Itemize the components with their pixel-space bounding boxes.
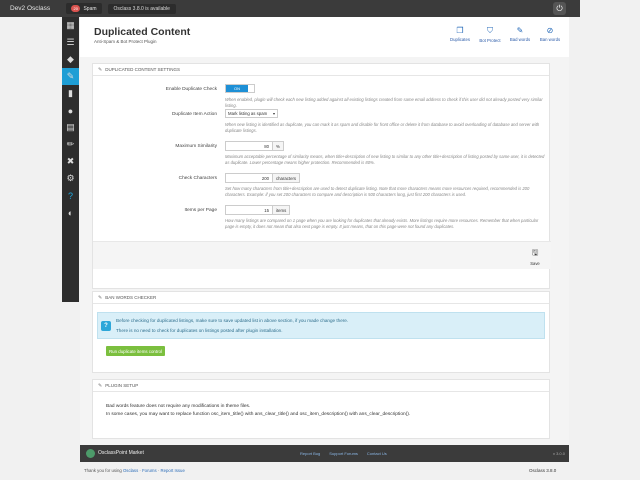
osclasspoint-logo-icon [86, 449, 95, 458]
tab-bad-words[interactable]: ✎ Bad words [509, 26, 531, 43]
setup-line-1: Bad words feature does not require any m… [106, 404, 251, 409]
spam-count-badge: 20 [71, 5, 81, 12]
footer-bar: OsclassPoint Market Report Bug Support F… [80, 445, 569, 462]
info-icon: ? [101, 321, 111, 331]
top-bar: Dev2 Osclass 20 Spam Osclass 3.8.0 is av… [0, 0, 580, 17]
users-icon[interactable]: ● [62, 102, 79, 119]
characters-input[interactable]: 200 [225, 173, 273, 183]
tab-label: Ban words [539, 37, 561, 42]
support-forums-link[interactable]: Support Forums [329, 451, 358, 456]
page-title: Duplicated Content [94, 26, 191, 38]
run-duplicate-control-button[interactable]: Run duplicate items control [106, 346, 165, 356]
help-icon[interactable]: ? [62, 187, 79, 204]
report-bug-link[interactable]: Report Bug [300, 451, 320, 456]
dashboard-icon[interactable]: ▦ [62, 17, 79, 34]
similarity-help: Maximum acceptable percentage of similar… [225, 154, 545, 165]
site-brand[interactable]: Dev2 Osclass [0, 5, 62, 12]
tab-label: Duplicates [449, 37, 471, 42]
page-header: Duplicated Content Anti-Spam & Bot Prote… [80, 17, 569, 57]
main-content: Duplicated Content Anti-Spam & Bot Prote… [80, 17, 569, 445]
characters-help: Set how many characters from title+descr… [225, 186, 530, 197]
characters-unit: characters [273, 173, 301, 183]
save-bar: 🖫 Save [93, 241, 551, 269]
save-icon: 🖫 [531, 248, 539, 257]
tab-duplicates[interactable]: ❐ Duplicates [449, 26, 471, 43]
per-page-unit: items [273, 205, 291, 215]
update-notice[interactable]: Osclass 3.8.0 is available [107, 3, 176, 14]
stats-icon[interactable]: ▮ [62, 85, 79, 102]
tab-bot-protect[interactable]: ⛉ Bot Protect [479, 26, 501, 43]
ban-checker-heading: ✎ Ban words checker [93, 292, 549, 304]
header-tabs: ❐ Duplicates ⛉ Bot Protect ✎ Bad words ⊘… [449, 26, 561, 43]
setup-line-2: In some cases, you may want to replace f… [106, 412, 411, 417]
market-link[interactable]: OsclassPoint Market [98, 450, 144, 456]
info-box: ? Before checking for duplicated listing… [97, 312, 545, 339]
toggle-off [248, 85, 254, 92]
shield-icon: ⛉ [487, 26, 493, 35]
save-button[interactable]: 🖫 Save [529, 247, 541, 266]
action-select[interactable]: Mark listing as spam ▾ [225, 109, 278, 118]
plugin-setup-heading: ✎ Plugin setup [93, 380, 549, 392]
plugins-icon[interactable]: ✎ [62, 68, 79, 85]
similarity-input[interactable]: 80 [225, 141, 273, 151]
footer-links: Report Bug Support Forums Contact Us [300, 451, 387, 456]
action-help: When new listing is identified as duplic… [225, 122, 540, 133]
info-line-2: There is no need to check for duplicates… [116, 328, 283, 333]
enable-toggle[interactable]: ON [225, 84, 255, 93]
tools-icon[interactable]: ✖ [62, 153, 79, 170]
chevron-down-icon: ▾ [272, 111, 275, 116]
wrench-icon: ✎ [98, 382, 103, 389]
forums-link[interactable]: Forums [142, 468, 157, 473]
page-subtitle: Anti-Spam & Bot Protect Plugin [94, 39, 157, 44]
ban-checker-panel: ✎ Ban words checker ? Before checking fo… [92, 291, 550, 373]
info-line-1: Before checking for duplicated listings,… [116, 318, 349, 323]
wrench-icon: ✎ [98, 294, 103, 301]
list-icon[interactable]: ☰ [62, 34, 79, 51]
report-issue-link[interactable]: Report Issue [160, 468, 184, 473]
wrench-icon: ✎ [98, 66, 103, 73]
plugin-version: v 3.0.0 [552, 451, 565, 456]
sidebar: ▦ ☰ ◆ ✎ ▮ ● ▤ ✏ ✖ ⚙ ? ◐ [62, 17, 79, 302]
settings-icon[interactable]: ⚙ [62, 170, 79, 187]
settings-heading: ✎ Duplicated content settings [93, 64, 549, 76]
spam-button[interactable]: 20 Spam [66, 3, 102, 14]
plugin-setup-panel: ✎ Plugin setup Bad words feature does no… [92, 379, 550, 439]
tab-ban-words[interactable]: ⊘ Ban words [539, 26, 561, 43]
similarity-unit: % [273, 141, 284, 151]
power-icon[interactable]: ⏻ [553, 2, 566, 15]
characters-label: Check Characters [178, 176, 217, 181]
toggle-icon[interactable]: ◐ [62, 204, 79, 221]
tab-label: Bad words [509, 37, 531, 42]
tab-label: Bot Protect [479, 38, 501, 43]
per-page-input[interactable]: 15 [225, 205, 273, 215]
per-page-help: How many listings are compared on 1 page… [225, 218, 539, 229]
pencil-icon: ✎ [516, 26, 524, 35]
per-page-label: Items per Page [184, 208, 217, 213]
toggle-on: ON [226, 85, 248, 92]
contact-us-link[interactable]: Contact Us [367, 451, 387, 456]
similarity-label: Maximum Similarity [175, 144, 217, 149]
tag-icon[interactable]: ◆ [62, 51, 79, 68]
spam-label: Spam [83, 5, 97, 12]
enable-help: When enabled, plugin will check each new… [225, 97, 543, 108]
bottom-credits: Thank you for using Osclass · Forums · R… [84, 468, 185, 473]
pages-icon[interactable]: ▤ [62, 119, 79, 136]
action-label: Duplicate Item Action [171, 112, 217, 117]
osclass-version: Osclass 3.8.0 [529, 468, 557, 473]
osclass-link[interactable]: Osclass [123, 468, 138, 473]
copy-icon: ❐ [456, 26, 464, 35]
appearance-icon[interactable]: ✏ [62, 136, 79, 153]
enable-label: Enable Duplicate Check [165, 87, 217, 92]
ban-icon: ⊘ [546, 26, 554, 35]
settings-panel: ✎ Duplicated content settings Enable Dup… [92, 63, 551, 289]
